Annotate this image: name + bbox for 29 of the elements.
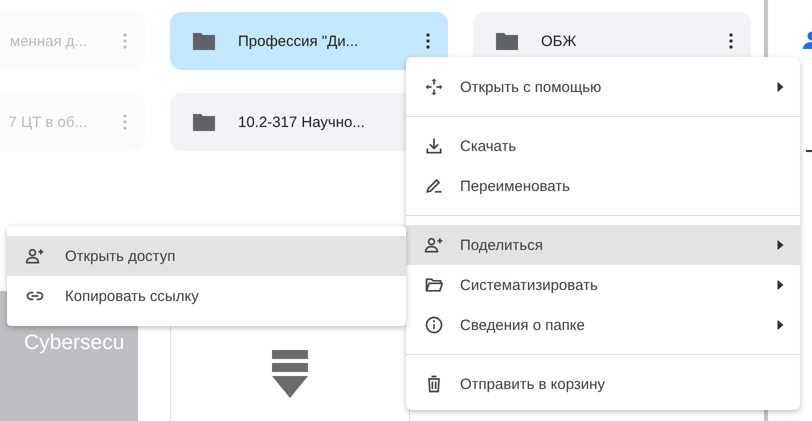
folder-icon: [495, 31, 519, 51]
folder-name: менная д...: [8, 32, 88, 50]
folder-icon: [192, 31, 216, 51]
menu-item[interactable]: Переименовать: [406, 166, 800, 206]
more-icon[interactable]: [729, 33, 733, 49]
info-icon: [424, 315, 444, 335]
menu-item[interactable]: Сведения о папке: [406, 305, 800, 345]
folder-icon: [192, 112, 216, 132]
move-icon: [424, 77, 444, 97]
person-add-icon: [25, 246, 45, 266]
caret-icon: [777, 82, 784, 92]
caret-icon: [777, 320, 784, 330]
download-arrow-icon: [272, 350, 308, 400]
caret-icon: [777, 280, 784, 290]
caret-icon: [777, 240, 784, 250]
download-icon: [424, 136, 444, 156]
menu-item[interactable]: Открыть доступ: [7, 236, 406, 276]
folder-card[interactable]: Профессия "Ди...: [170, 12, 448, 70]
thumbnail-title: Cybersecu: [24, 331, 124, 355]
menu-item[interactable]: Отправить в корзину: [406, 364, 800, 404]
folder-name: 10.2-317 Научно...: [238, 114, 366, 130]
menu-item[interactable]: Поделиться: [406, 225, 800, 265]
folder-name: Профессия "Ди...: [238, 32, 360, 50]
pencil-icon: [424, 176, 444, 196]
more-icon[interactable]: [426, 33, 430, 49]
menu-item[interactable]: Систематизировать: [406, 265, 800, 305]
folder-name: 7 ЦТ в об...: [7, 114, 88, 130]
folder-name: ОБЖ: [541, 32, 578, 50]
person-add-icon: [424, 235, 444, 255]
